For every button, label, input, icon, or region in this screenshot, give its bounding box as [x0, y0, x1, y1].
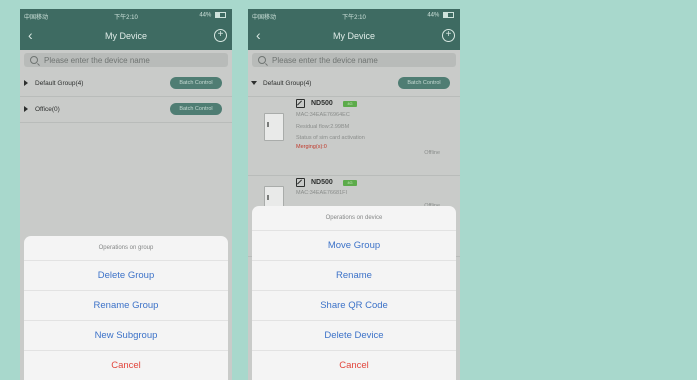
search-icon: [258, 56, 266, 64]
phone-screen-group-operations: 中国移动 下午2:10 44% ‹ My Device + Please ent…: [20, 9, 232, 380]
device-name: ND500: [311, 179, 333, 186]
navigation-bar: ‹ My Device +: [20, 23, 232, 50]
group-row-office[interactable]: Office(0) Batch Control: [20, 97, 232, 123]
rename-option[interactable]: Rename: [252, 261, 456, 291]
batch-control-button[interactable]: Batch Control: [170, 103, 222, 115]
collapse-arrow-icon[interactable]: [251, 81, 257, 85]
network-badge: 4G: [343, 101, 357, 107]
search-placeholder: Please enter the device name: [272, 56, 378, 65]
device-mac: MAC:34EAE76681FI: [296, 190, 348, 196]
status-bar: 中国移动 下午2:10 44%: [248, 9, 460, 23]
action-sheet: Operations on group Delete Group Rename …: [24, 236, 228, 380]
batch-control-button[interactable]: Batch Control: [170, 77, 222, 89]
battery-icon: [443, 12, 454, 18]
search-input[interactable]: Please enter the device name: [24, 53, 228, 67]
navigation-bar: ‹ My Device +: [248, 23, 460, 50]
group-name: Default Group(4): [263, 80, 312, 87]
battery-percent: 44%: [199, 12, 212, 19]
device-mac: MAC:34EAE76964EC: [296, 112, 350, 118]
cancel-button[interactable]: Cancel: [24, 351, 228, 380]
router-device-image: [264, 113, 284, 141]
expand-arrow-icon[interactable]: [24, 106, 28, 112]
battery-indicator: 44%: [199, 12, 226, 19]
status-bar: 中国移动 下午2:10 44%: [20, 9, 232, 23]
group-name: Office(0): [35, 106, 60, 113]
action-sheet-title: Operations on group: [24, 236, 228, 261]
battery-percent: 44%: [427, 12, 440, 19]
expand-arrow-icon[interactable]: [24, 80, 28, 86]
phone-screen-device-operations: 中国移动 下午2:10 44% ‹ My Device + Please ent…: [248, 9, 460, 380]
edit-icon[interactable]: [296, 178, 305, 187]
group-row-default[interactable]: Default Group(4) Batch Control: [248, 71, 460, 97]
network-badge: 4G: [343, 180, 357, 186]
cancel-button[interactable]: Cancel: [252, 351, 456, 380]
action-sheet: Operations on device Move Group Rename S…: [252, 206, 456, 380]
device-name: ND500: [311, 100, 333, 107]
battery-icon: [215, 12, 226, 18]
rename-group-option[interactable]: Rename Group: [24, 291, 228, 321]
batch-control-button[interactable]: Batch Control: [398, 77, 450, 89]
add-device-icon[interactable]: +: [442, 29, 455, 42]
group-row-default[interactable]: Default Group(4) Batch Control: [20, 71, 232, 97]
group-name: Default Group(4): [35, 80, 84, 87]
battery-indicator: 44%: [427, 12, 454, 19]
edit-icon[interactable]: [296, 99, 305, 108]
device-status: Offline: [424, 150, 440, 156]
sim-status: Status of sim card activation: [296, 135, 365, 141]
search-input[interactable]: Please enter the device name: [252, 53, 456, 67]
search-icon: [30, 56, 38, 64]
residual-flow: Residual flow:2.99BM: [296, 124, 350, 130]
add-device-icon[interactable]: +: [214, 29, 227, 42]
page-title: My Device: [332, 31, 375, 41]
search-placeholder: Please enter the device name: [44, 56, 150, 65]
page-title: My Device: [104, 31, 147, 41]
delete-device-option[interactable]: Delete Device: [252, 321, 456, 351]
device-card[interactable]: ND500 4G MAC:34EAE76964EC Residual flow:…: [248, 95, 460, 176]
action-sheet-title: Operations on device: [252, 206, 456, 231]
merging-count: Merging(s):0: [296, 144, 327, 150]
new-subgroup-option[interactable]: New Subgroup: [24, 321, 228, 351]
share-qr-code-option[interactable]: Share QR Code: [252, 291, 456, 321]
move-group-option[interactable]: Move Group: [252, 231, 456, 261]
delete-group-option[interactable]: Delete Group: [24, 261, 228, 291]
